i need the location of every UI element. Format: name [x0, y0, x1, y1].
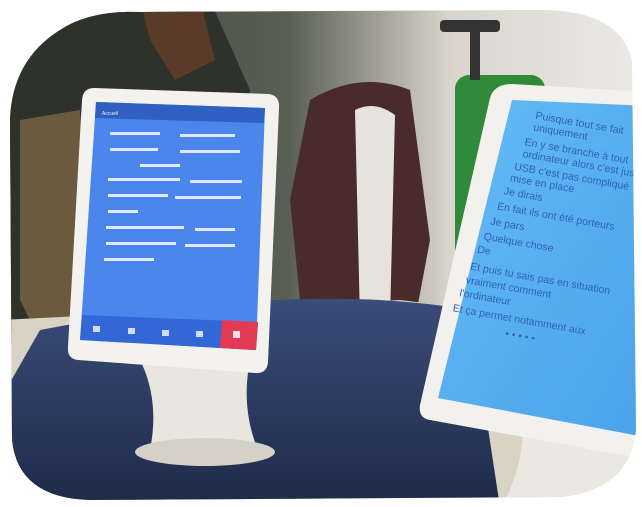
photo-scene: Accueil Puisque tout se fait uniquement … [0, 0, 642, 507]
left-tablet: Accueil [67, 88, 280, 374]
left-stand-base [135, 438, 275, 466]
chair-back [355, 106, 395, 320]
suitcase-handle [470, 30, 480, 80]
right-line-11: De [476, 244, 491, 258]
suitcase-handle-top [440, 20, 500, 32]
left-app-title: Accueil [102, 111, 118, 117]
photo-canvas: Accueil Puisque tout se fait uniquement … [10, 10, 636, 500]
